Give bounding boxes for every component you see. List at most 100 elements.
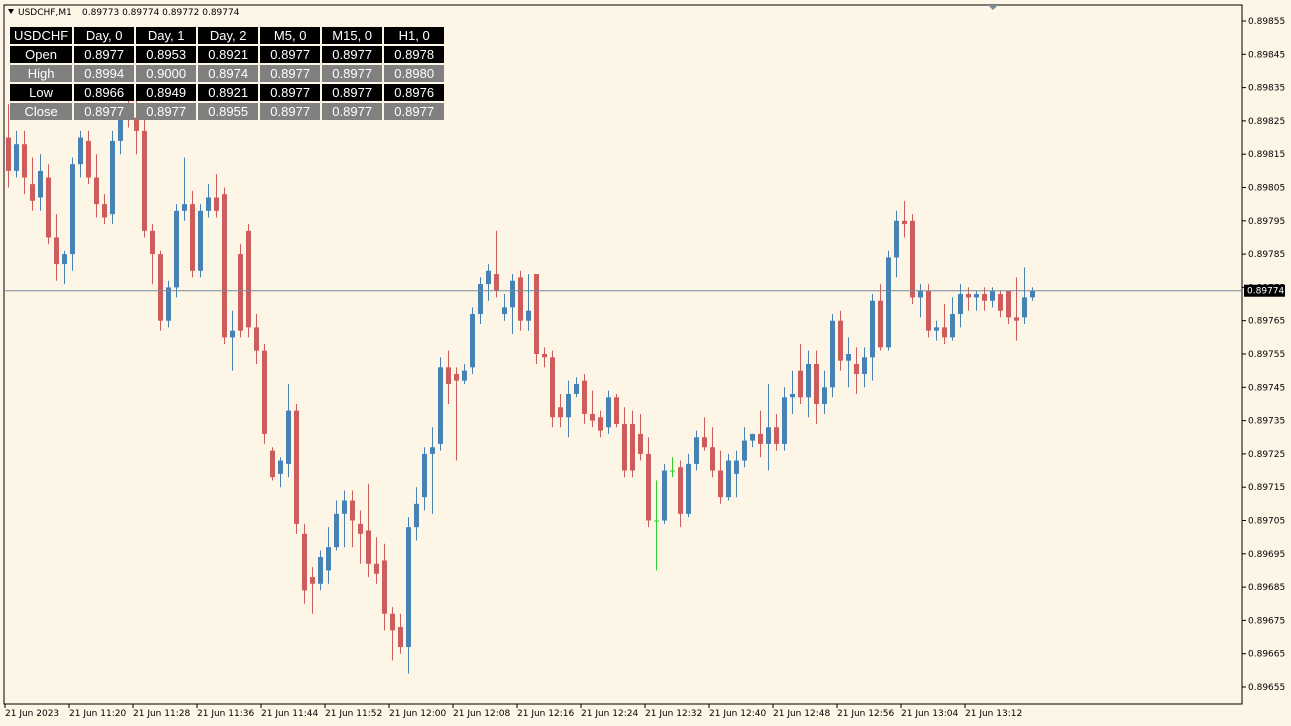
- price-tag: 0.89774: [1244, 284, 1285, 297]
- table-cell: 0.8977: [74, 46, 135, 63]
- candle-body: [630, 423, 635, 471]
- candle: [246, 224, 251, 338]
- candle-body: [806, 363, 811, 398]
- candle-body: [270, 450, 275, 478]
- candle-body: [6, 137, 11, 171]
- candle-body: [782, 397, 787, 444]
- candle-body: [390, 613, 395, 631]
- y-tick-label: 0.89815: [1248, 150, 1285, 160]
- column-header: USDCHF: [10, 27, 73, 44]
- candle-body: [86, 140, 91, 178]
- candle-body: [830, 320, 835, 388]
- table-cell: 0.8977: [260, 103, 321, 120]
- candle-body: [70, 164, 75, 255]
- column-header: Day, 2: [198, 27, 259, 44]
- candle: [174, 204, 179, 298]
- candle-body: [718, 470, 723, 498]
- candle-body: [54, 237, 59, 265]
- candle-body: [62, 254, 67, 265]
- candle-body: [614, 397, 619, 424]
- candle-body: [534, 274, 539, 354]
- table-cell: 0.8977: [260, 84, 321, 101]
- candle-body: [350, 500, 355, 521]
- table-cell: 0.8977: [384, 103, 445, 120]
- candle-body: [246, 230, 251, 328]
- candle: [166, 280, 171, 328]
- candle-body: [310, 577, 315, 584]
- candle-body: [382, 560, 387, 614]
- row-label: Low: [10, 84, 73, 101]
- candle-body: [934, 327, 939, 331]
- y-tick-label: 0.89695: [1248, 550, 1285, 560]
- candle-body: [334, 513, 339, 548]
- ohlc-summary-table: USDCHF Day, 0 Day, 1 Day, 2 M5, 0 M15, 0…: [8, 25, 446, 122]
- candle-body: [502, 307, 507, 315]
- table-cell: 0.8974: [198, 65, 259, 82]
- candle-body: [622, 423, 627, 471]
- candle: [270, 447, 275, 481]
- table-row-high: High 0.8994 0.9000 0.8974 0.8977 0.8977 …: [10, 65, 445, 82]
- candle-body: [886, 257, 891, 348]
- candle-body: [558, 407, 563, 418]
- x-tick-label: 21 Jun 12:00: [389, 709, 446, 719]
- y-tick-label: 0.89685: [1248, 583, 1285, 593]
- candle-body: [366, 530, 371, 564]
- candle-body: [590, 413, 595, 421]
- candle-body: [342, 500, 347, 514]
- table-cell: 0.8949: [136, 84, 197, 101]
- candle-body: [238, 254, 243, 331]
- candle: [614, 393, 619, 428]
- y-tick-label: 0.89705: [1248, 517, 1285, 527]
- column-header: M5, 0: [260, 27, 321, 44]
- candle-body: [974, 294, 979, 298]
- candle-body: [254, 327, 259, 351]
- candle-body: [822, 387, 827, 404]
- candle-body: [38, 170, 43, 198]
- candle-body: [678, 467, 683, 514]
- candle-body: [398, 627, 403, 648]
- candle-body: [1006, 290, 1011, 318]
- candle-body: [326, 547, 331, 571]
- table-cell: 0.8977: [322, 84, 383, 101]
- candle-body: [670, 470, 675, 472]
- y-tick-label: 0.89655: [1248, 683, 1285, 693]
- table-cell: 0.8977: [260, 65, 321, 82]
- candle: [198, 204, 203, 278]
- column-header: M15, 0: [322, 27, 383, 44]
- candle-body: [406, 527, 411, 648]
- candle: [470, 307, 475, 374]
- candle-body: [438, 367, 443, 444]
- candle-body: [94, 177, 99, 205]
- table-cell: 0.9000: [136, 65, 197, 82]
- candle-body: [742, 440, 747, 461]
- table-row-close: Close 0.8977 0.8977 0.8955 0.8977 0.8977…: [10, 103, 445, 120]
- candle-body: [990, 290, 995, 301]
- candle-body: [174, 210, 179, 288]
- row-label: High: [10, 65, 73, 82]
- y-tick-label: 0.89855: [1248, 17, 1285, 27]
- candle: [294, 403, 299, 534]
- x-tick-label: 21 Jun 11:20: [69, 709, 126, 719]
- row-label: Close: [10, 103, 73, 120]
- candle-body: [102, 204, 107, 218]
- candle-body: [446, 367, 451, 384]
- table-cell: 0.8994: [74, 65, 135, 82]
- table-cell: 0.8978: [384, 46, 445, 63]
- x-tick-label: 21 Jun 13:04: [901, 709, 958, 719]
- quote-values: 0.89773 0.89774 0.89772 0.89774: [82, 8, 240, 18]
- candle-body: [190, 204, 195, 271]
- column-header: H1, 0: [384, 27, 445, 44]
- candle-body: [214, 197, 219, 211]
- candle-body: [1014, 317, 1019, 321]
- x-tick-label: 21 Jun 13:12: [965, 709, 1022, 719]
- table-cell: 0.8977: [322, 65, 383, 82]
- candle-body: [950, 314, 955, 338]
- table-cell: 0.8953: [136, 46, 197, 63]
- candle-body: [894, 220, 899, 258]
- x-tick-label: 21 Jun 12:08: [453, 709, 510, 719]
- table-cell: 0.8977: [322, 103, 383, 120]
- candle-body: [150, 230, 155, 255]
- current-price-label: 0.89774: [1247, 287, 1284, 297]
- candle-body: [902, 220, 907, 225]
- table-cell: 0.8921: [198, 84, 259, 101]
